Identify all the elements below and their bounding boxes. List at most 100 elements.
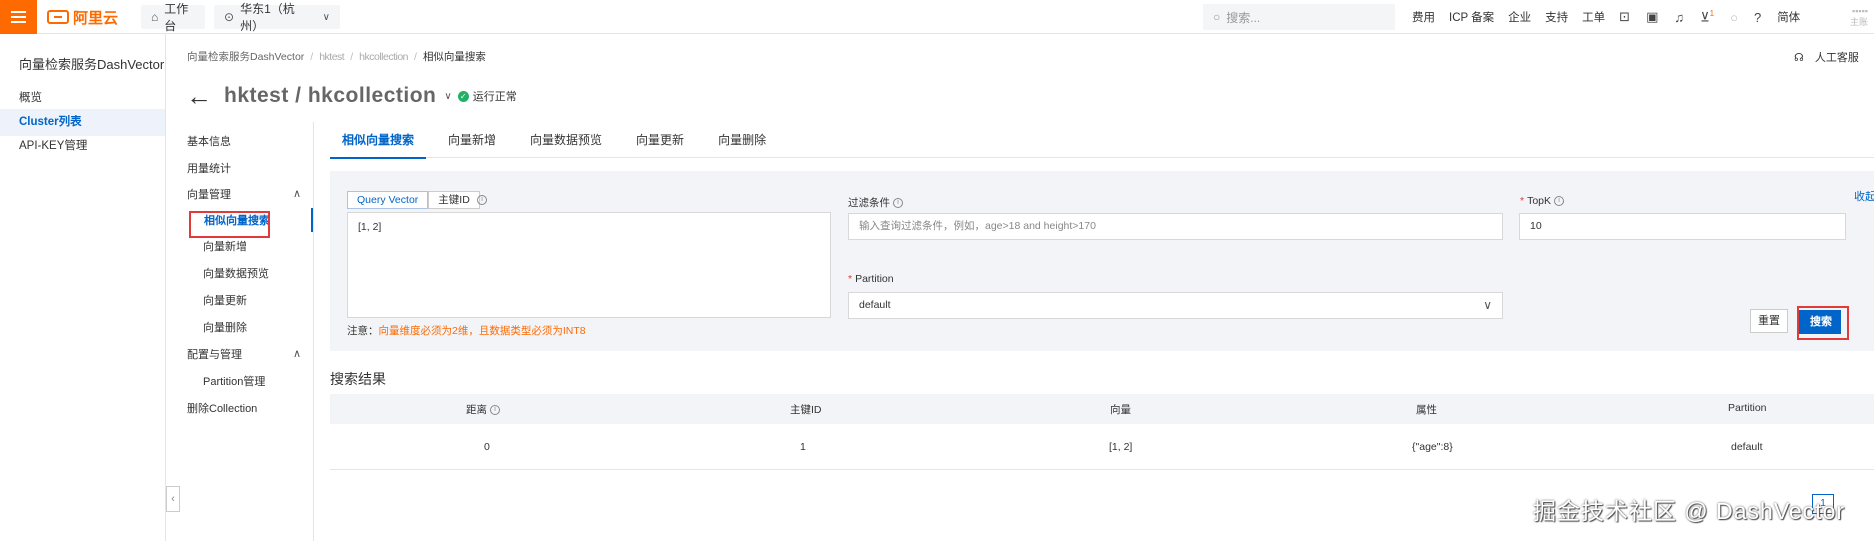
breadcrumb: 向量检索服务DashVector / hktest / hkcollection… bbox=[187, 49, 486, 64]
highlight-box-search bbox=[1797, 306, 1849, 340]
top-bar: 阿里云 ⌂ 工作台 ⊙ 华东1（杭州） ∨ ○ 搜索... 费用 ICP 备案 … bbox=[0, 0, 1874, 34]
nav-ticket[interactable]: 工单 bbox=[1582, 9, 1605, 25]
results-title: 搜索结果 bbox=[330, 371, 386, 387]
sidebar-item-overview[interactable]: 概览 bbox=[0, 85, 165, 112]
subnav-vector-delete[interactable]: 向量删除 bbox=[203, 320, 247, 336]
col-header-distance: 距离 i bbox=[466, 402, 500, 417]
subnav-partition-mgmt[interactable]: Partition管理 bbox=[203, 374, 265, 390]
help-icon[interactable]: ? bbox=[1754, 10, 1761, 25]
primary-id-option[interactable]: 主键ID bbox=[428, 191, 480, 209]
tab-vector-update[interactable]: 向量更新 bbox=[624, 122, 696, 158]
user-account[interactable]: ▪▪▪▪▪ 主账 bbox=[1834, 6, 1868, 28]
status-text: 运行正常 bbox=[472, 91, 517, 103]
col-header-distance-label: 距离 bbox=[466, 404, 487, 416]
tab-bar: 相似向量搜索 向量新增 向量数据预览 向量更新 向量删除 bbox=[330, 122, 1874, 159]
info-icon[interactable]: i bbox=[1554, 196, 1565, 207]
subnav-vector-preview[interactable]: 向量数据预览 bbox=[203, 266, 269, 282]
sidebar-item-cluster-list[interactable]: Cluster列表 bbox=[0, 109, 165, 136]
dimension-note: 注意：向量维度必须为2维，且数据类型必须为INT8 bbox=[347, 323, 586, 338]
bell-icon[interactable]: ♫ bbox=[1674, 10, 1684, 25]
watermark: 掘金技术社区 @ DashVector bbox=[1533, 498, 1846, 524]
chevron-up-icon[interactable]: ∧ bbox=[293, 347, 301, 360]
hamburger-menu-icon[interactable] bbox=[0, 0, 37, 34]
note-prefix: 注意： bbox=[347, 325, 379, 337]
message-icon[interactable]: ▣ bbox=[1646, 9, 1658, 25]
language-switch[interactable]: 简体 bbox=[1777, 9, 1800, 25]
subnav-vector-mgmt[interactable]: 向量管理 bbox=[187, 187, 231, 203]
partition-select[interactable]: default ∨ bbox=[848, 292, 1503, 319]
query-mode-toggle: Query Vector 主键ID bbox=[347, 191, 480, 209]
chevron-down-icon[interactable]: ∨ bbox=[444, 91, 451, 102]
global-search-input[interactable]: ○ 搜索... bbox=[1203, 4, 1395, 30]
tab-vector-delete[interactable]: 向量删除 bbox=[706, 122, 778, 158]
filter-input[interactable]: 输入查询过滤条件，例如，age>18 and height>170 bbox=[848, 213, 1503, 240]
tab-vector-preview[interactable]: 向量数据预览 bbox=[518, 122, 614, 158]
logo-text: 阿里云 bbox=[73, 9, 119, 27]
breadcrumb-cluster[interactable]: hktest bbox=[319, 51, 345, 63]
cell-partition: default bbox=[1731, 441, 1763, 453]
back-arrow-icon[interactable]: ← bbox=[186, 81, 212, 112]
required-asterisk: * bbox=[848, 273, 853, 285]
note-warning: 向量维度必须为2维，且数据类型必须为INT8 bbox=[378, 325, 586, 337]
workbench-button[interactable]: ⌂ 工作台 bbox=[141, 2, 205, 33]
sidebar-collapse-handle[interactable]: ‹ bbox=[166, 486, 180, 512]
breadcrumb-current: 相似向量搜索 bbox=[422, 51, 486, 63]
cell-distance: 0 bbox=[484, 441, 490, 453]
col-header-vector: 向量 bbox=[1110, 404, 1131, 416]
chevron-left-icon: ‹ bbox=[171, 493, 175, 505]
tab-vector-insert[interactable]: 向量新增 bbox=[436, 122, 508, 158]
search-icon: ○ bbox=[1213, 10, 1221, 24]
topk-label: * TopK i bbox=[1520, 195, 1565, 207]
cell-attrs: {"age":8} bbox=[1412, 441, 1453, 453]
region-selector[interactable]: ⊙ 华东1（杭州） ∨ bbox=[214, 2, 340, 33]
partition-label-text: Partition bbox=[855, 273, 894, 285]
filter-label: 过滤条件 i bbox=[848, 195, 903, 210]
lightbulb-icon[interactable]: ○ bbox=[1730, 10, 1738, 25]
collapse-link[interactable]: 收起 bbox=[1854, 188, 1874, 204]
subnav-config-mgmt[interactable]: 配置与管理 bbox=[187, 347, 242, 363]
chevron-up-icon[interactable]: ∧ bbox=[293, 187, 301, 200]
col-header-partition: Partition bbox=[1728, 402, 1767, 414]
sidebar-item-api-key[interactable]: API-KEY管理 bbox=[0, 133, 165, 160]
customer-service-link[interactable]: ☊ 人工客服 bbox=[1794, 49, 1867, 65]
table-header bbox=[330, 394, 1874, 424]
nav-enterprise[interactable]: 企业 bbox=[1508, 9, 1531, 25]
reset-button[interactable]: 重置 bbox=[1750, 309, 1788, 333]
subnav-delete-collection[interactable]: 删除Collection bbox=[187, 401, 257, 417]
aliyun-logo-mark-icon bbox=[47, 10, 69, 24]
filter-label-text: 过滤条件 bbox=[848, 197, 890, 209]
chevron-down-icon: ∨ bbox=[322, 11, 330, 23]
tab-similar-search[interactable]: 相似向量搜索 bbox=[330, 122, 427, 159]
search-placeholder: 搜索... bbox=[1226, 10, 1261, 25]
subnav-basic-info[interactable]: 基本信息 bbox=[187, 134, 231, 150]
breadcrumb-root[interactable]: 向量检索服务DashVector bbox=[187, 49, 304, 64]
results-table bbox=[330, 394, 1874, 470]
topk-input[interactable]: 10 bbox=[1519, 213, 1846, 240]
terminal-icon[interactable]: ⊡ bbox=[1619, 9, 1630, 25]
highlight-box-subnav bbox=[189, 211, 270, 238]
info-icon[interactable]: i bbox=[477, 195, 487, 205]
subnav-usage[interactable]: 用量统计 bbox=[187, 161, 231, 177]
nav-icp[interactable]: ICP 备案 bbox=[1449, 9, 1494, 25]
info-icon[interactable]: i bbox=[893, 198, 903, 209]
cart-icon[interactable]: ⊻1 bbox=[1700, 9, 1714, 25]
user-account-label: 主账 bbox=[1849, 17, 1868, 27]
search-form-panel: Query Vector 主键ID i [1, 2] 注意：向量维度必须为2维，… bbox=[330, 171, 1874, 351]
info-icon[interactable]: i bbox=[490, 405, 500, 416]
user-avatar-blurred: ▪▪▪▪▪ bbox=[1852, 6, 1868, 16]
breadcrumb-collection[interactable]: hkcollection bbox=[359, 51, 408, 63]
cell-id: 1 bbox=[800, 441, 806, 453]
subnav-vector-insert[interactable]: 向量新增 bbox=[203, 239, 247, 255]
product-sidebar: 向量检索服务DashVector 概览 Cluster列表 API-KEY管理 bbox=[0, 34, 166, 541]
col-header-attrs: 属性 bbox=[1416, 404, 1437, 416]
query-vector-option[interactable]: Query Vector bbox=[347, 191, 429, 209]
subnav-vector-update[interactable]: 向量更新 bbox=[203, 293, 247, 309]
top-nav: 费用 ICP 备案 企业 支持 工单 ⊡ ▣ ♫ ⊻1 ○ ? 简体 bbox=[1412, 0, 1814, 34]
query-vector-textarea[interactable]: [1, 2] bbox=[347, 212, 831, 318]
nav-fees[interactable]: 费用 bbox=[1412, 9, 1435, 25]
nav-support[interactable]: 支持 bbox=[1545, 9, 1568, 25]
partition-selected-value: default bbox=[859, 299, 891, 311]
aliyun-logo[interactable]: 阿里云 bbox=[47, 8, 119, 27]
table-row bbox=[330, 424, 1874, 470]
cell-vector: [1, 2] bbox=[1109, 441, 1133, 453]
